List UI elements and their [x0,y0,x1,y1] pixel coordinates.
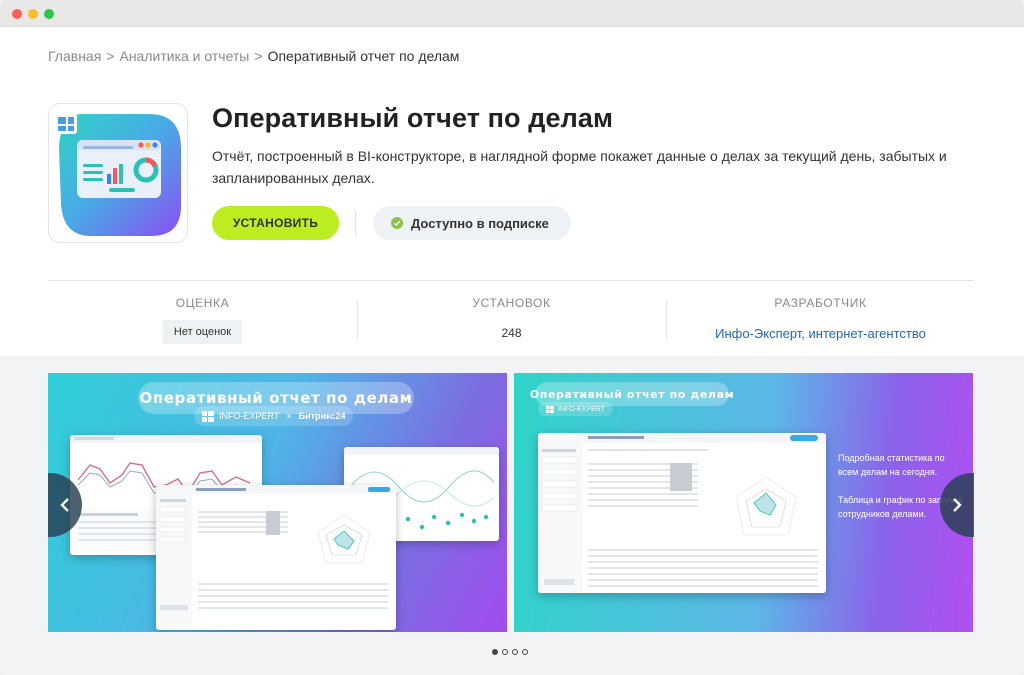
stat-installs: УСТАНОВОК 248 [357,296,666,340]
close-window-button[interactable] [12,9,22,19]
check-circle-icon [391,217,403,229]
gallery-slide-1[interactable]: Оперативный отчет по делам INFO-EXPERT ×… [48,373,507,632]
breadcrumb: Главная > Аналитика и отчеты > Оперативный о… [48,48,459,64]
app-icon [48,103,188,243]
gallery-dot-4[interactable] [522,649,528,655]
breadcrumb-category-link[interactable]: Аналитика и отчеты [119,48,249,64]
stat-rating-label: ОЦЕНКА [175,296,230,310]
dashboard-app-icon [55,114,181,236]
breadcrumb-separator: > [254,48,263,64]
slide-1-screenshot-report [156,485,396,630]
minimize-window-button[interactable] [28,9,38,19]
brand-bitrix24: Битрикс24 [298,411,346,421]
stat-rating-value: Нет оценок [162,320,243,344]
slide-2-caption-1: Подробная статистика по всем делам на се… [838,453,945,477]
stats-divider [48,280,974,281]
slide-1-brand: INFO-EXPERT × Битрикс24 [194,406,354,426]
developer-link[interactable]: Инфо-Эксперт, интернет-агентство [666,326,975,341]
app-description: Отчёт, построенный в BI-конструкторе, в … [212,148,947,186]
breadcrumb-separator: > [106,48,115,64]
slide-2-brand: INFO-EXPERT [538,402,613,416]
info-expert-logo-icon [546,405,554,413]
subscription-badge[interactable]: Доступно в подписке [373,206,571,240]
slide-2-screenshot-report [538,433,826,593]
browser-window: Главная > Аналитика и отчеты > Оперативный о… [0,0,1024,675]
breadcrumb-current: Оперативный отчет по делам [267,48,460,64]
stat-rating: ОЦЕНКА Нет оценок [48,296,357,344]
gallery-dot-2[interactable] [502,649,508,655]
screenshot-gallery: Оперативный отчет по делам INFO-EXPERT ×… [0,356,1024,675]
chevron-right-icon [953,498,962,512]
subscription-label: Доступно в подписке [411,215,549,231]
stat-installs-label: УСТАНОВОК [472,296,551,310]
maximize-window-button[interactable] [44,9,54,19]
gallery-pagination [492,649,528,655]
gallery-dot-1[interactable] [492,649,498,655]
brand-times: × [286,411,292,421]
brand-info-expert: INFO-EXPERT [219,411,280,421]
gallery-dot-3[interactable] [512,649,518,655]
chevron-left-icon [60,498,69,512]
stat-developer-label: РАЗРАБОТЧИК [774,296,867,310]
breadcrumb-home-link[interactable]: Главная [48,48,101,64]
stat-developer: РАЗРАБОТЧИК Инфо-Эксперт, интернет-агент… [666,296,975,341]
report-thumbnail [156,485,396,630]
button-divider [355,211,356,235]
report-thumbnail-large [538,433,826,593]
info-expert-logo-icon [202,410,214,422]
stat-installs-value: 248 [501,326,522,340]
brand-info-expert: INFO-EXPERT [558,405,605,413]
gallery-slide-2[interactable]: Оперативный отчет по делам INFO-EXPERT П… [514,373,973,632]
window-titlebar [0,0,1024,27]
install-button[interactable]: УСТАНОВИТЬ [212,206,339,240]
app-title: Оперативный отчет по делам [212,103,614,133]
